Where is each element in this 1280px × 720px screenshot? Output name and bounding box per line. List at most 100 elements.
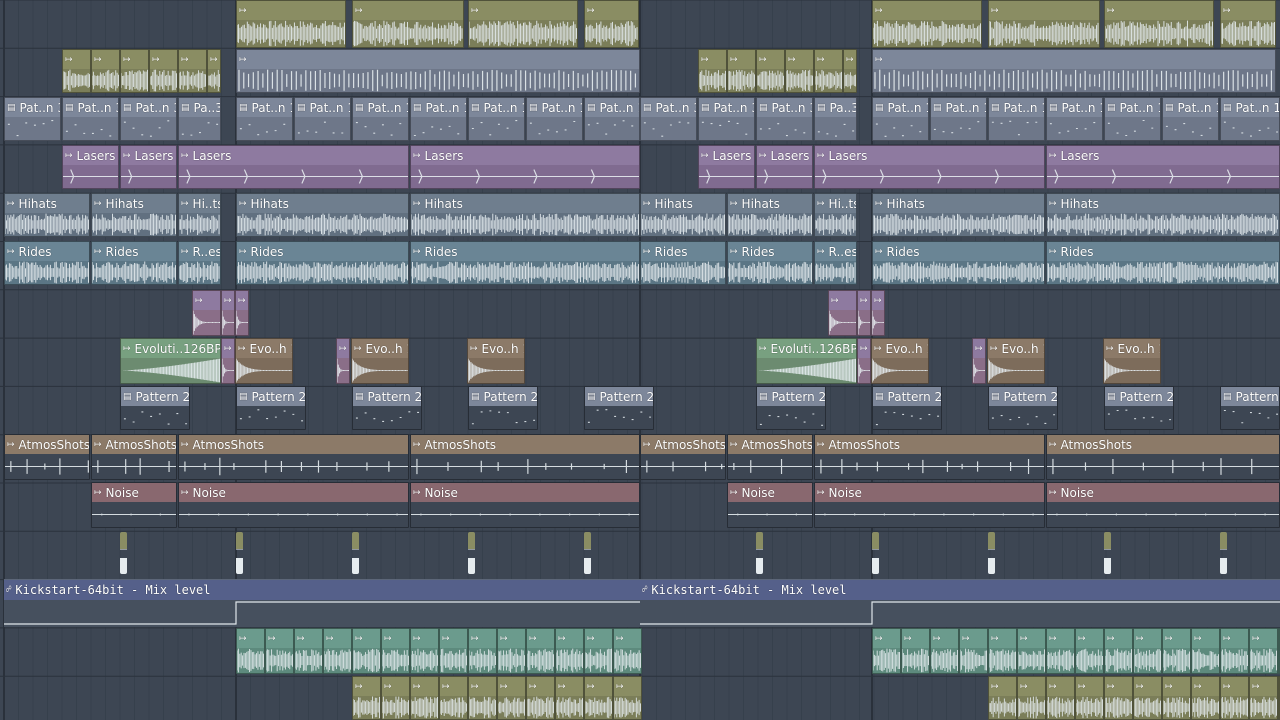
clip-header[interactable]: ↦ AtmosShots [5,435,89,454]
clip-header[interactable]: ▤Pat..n 1 [989,98,1044,117]
clip-header[interactable]: ↦Evo..h 1 [988,339,1044,358]
clip-marker[interactable] [756,532,763,574]
audio-clip[interactable]: ↦Evoluti..126BPM [120,338,221,384]
audio-clip[interactable]: ▤Pat..n 3 [62,97,119,141]
clip-header[interactable]: ↦ Lasers [179,146,408,165]
audio-clip[interactable]: ↦ [1046,676,1075,720]
audio-clip[interactable]: ↦ [584,0,639,48]
clip-header[interactable]: ↦ [556,677,583,696]
audio-clip[interactable]: ↦ [207,49,221,93]
clip-marker[interactable] [1104,532,1111,574]
automation-clip[interactable]: ☍ Kickstart-64bit - Mix level [4,579,640,627]
audio-clip[interactable]: ▤Pat..n 3 [4,97,61,141]
clip-header[interactable]: ↦ [1018,677,1045,696]
audio-clip[interactable]: ↦ Lasers [120,145,177,189]
audio-clip[interactable]: ↦ Lasers [814,145,1045,189]
audio-clip[interactable]: ↦ Lasers [1046,145,1280,189]
clip-header[interactable]: ↦ [382,677,409,696]
audio-clip[interactable]: ▤Pat..n 1 [352,97,409,141]
audio-clip[interactable]: ▤ Pattern 2 [872,386,942,430]
audio-clip[interactable]: ↦ [988,628,1017,674]
audio-clip[interactable]: ↦ [352,676,381,720]
audio-clip[interactable]: ↦Evo..h 1 [235,338,293,384]
clip-header[interactable]: ↦Evo..h 1 [236,339,292,358]
clip-header[interactable]: ↦ [440,629,467,648]
audio-clip[interactable]: ↦ [1017,628,1046,674]
clip-header[interactable]: ↦ AtmosShots [641,435,725,454]
clip-header[interactable]: ↦ Hihats [5,194,89,213]
audio-clip[interactable]: ↦ [872,0,982,48]
clip-header[interactable]: ↦ [1192,629,1219,648]
clip-header[interactable]: ↦ [844,50,856,69]
audio-clip[interactable]: ▤ Pattern 2 [468,386,538,430]
audio-clip[interactable]: ↦ [410,676,439,720]
clip-header[interactable]: ↦ [295,629,322,648]
clip-header[interactable]: ↦ Hihats [641,194,725,213]
clip-header[interactable]: ↦Evoluti..126BPM [121,339,220,358]
clip-header[interactable]: ↦ [585,1,638,20]
clip-marker[interactable] [872,532,879,574]
audio-clip[interactable]: ▤Pat..n 1 [930,97,987,141]
audio-clip[interactable]: ↦ [1220,628,1249,674]
clip-header[interactable]: ↦ [585,677,612,696]
clip-header[interactable]: ↦ AtmosShots [1047,435,1279,454]
clip-header[interactable]: ▤ Pattern 2 [121,387,189,406]
playlist[interactable]: ↦↦↦↦↦↦↦↦↦↦↦↦↦↦↦↦↦↦↦↦↦↦▤Pat..n 3▤Pat..n 3… [0,0,1280,720]
clip-header[interactable]: ↦ [1076,629,1103,648]
audio-clip[interactable]: ↦ [555,676,584,720]
audio-clip[interactable]: ↦ [526,628,555,674]
clip-header[interactable]: ↦ AtmosShots [411,435,639,454]
audio-clip[interactable]: ↦ [323,628,352,674]
clip-header[interactable]: ↦ Lasers [63,146,118,165]
clip-header[interactable]: ↦ Lasers [815,146,1044,165]
audio-clip[interactable]: ▤ Pattern 2 [584,386,654,430]
audio-clip[interactable]: ↦ Noise [410,482,640,528]
audio-clip[interactable]: ▤Pat..n 1 [526,97,583,141]
audio-clip[interactable]: ↦ [1133,628,1162,674]
clip-header[interactable]: ↦ [872,291,884,310]
clip-header[interactable]: ↦ [237,1,345,20]
audio-clip[interactable]: ↦ [1133,676,1162,720]
audio-clip[interactable]: ▤Pat..n 3 [756,97,813,141]
audio-clip[interactable]: ↦ AtmosShots [727,434,813,480]
clip-header[interactable]: ▤Pat..n 3 [699,98,754,117]
clip-header[interactable]: ↦ Rides [873,242,1044,261]
clip-header[interactable]: ↦ [989,629,1016,648]
clip-header[interactable]: ↦ [1047,629,1074,648]
audio-clip[interactable]: ↦ AtmosShots [178,434,409,480]
audio-clip[interactable]: ↦ AtmosShots [4,434,90,480]
audio-clip[interactable]: ↦ Hihats [872,193,1045,237]
audio-clip[interactable]: ↦ [901,628,930,674]
audio-clip[interactable]: ↦ Rides [727,241,813,285]
audio-clip[interactable]: ↦ [988,676,1017,720]
audio-clip[interactable]: ▤ Pattern 2 [1104,386,1174,430]
clip-header[interactable]: ↦ [873,1,981,20]
clip-header[interactable]: ↦ [873,629,900,648]
audio-clip[interactable]: ↦ [930,628,959,674]
audio-clip[interactable]: ↦Evo..h 1 [1103,338,1161,384]
clip-header[interactable]: ↦ [337,339,349,358]
clip-marker[interactable] [584,532,591,574]
clip-header[interactable]: ▤Pat..n 1 [1105,98,1160,117]
clip-header[interactable]: ↦ Rides [237,242,408,261]
clip-header[interactable]: ▤ Pattern 2 [1105,387,1173,406]
clip-header[interactable]: ↦ AtmosShots [179,435,408,454]
audio-clip[interactable]: ↦ Hihats [727,193,813,237]
clip-header[interactable]: ↦ [585,629,612,648]
audio-clip[interactable]: ▤ Pa..3 [178,97,221,141]
audio-clip[interactable]: ↦ [236,628,265,674]
audio-clip[interactable]: ↦ [91,49,120,93]
clip-header[interactable]: ↦ [873,50,1275,69]
audio-clip[interactable]: ↦ [1104,628,1133,674]
audio-clip[interactable]: ▤Pat..n 1 [410,97,467,141]
clip-header[interactable]: ↦ [498,629,525,648]
audio-clip[interactable]: ↦ [1017,676,1046,720]
clip-header[interactable]: ↦ [527,629,554,648]
clip-header[interactable]: ↦ [989,1,1099,20]
clip-header[interactable]: ↦ Rides [641,242,725,261]
audio-clip[interactable]: ↦ [1162,628,1191,674]
audio-clip[interactable]: ▤Pat..n 3 [698,97,755,141]
clip-marker[interactable] [988,532,995,574]
clip-header[interactable]: ↦ AtmosShots [728,435,812,454]
audio-clip[interactable]: ↦ [497,676,526,720]
